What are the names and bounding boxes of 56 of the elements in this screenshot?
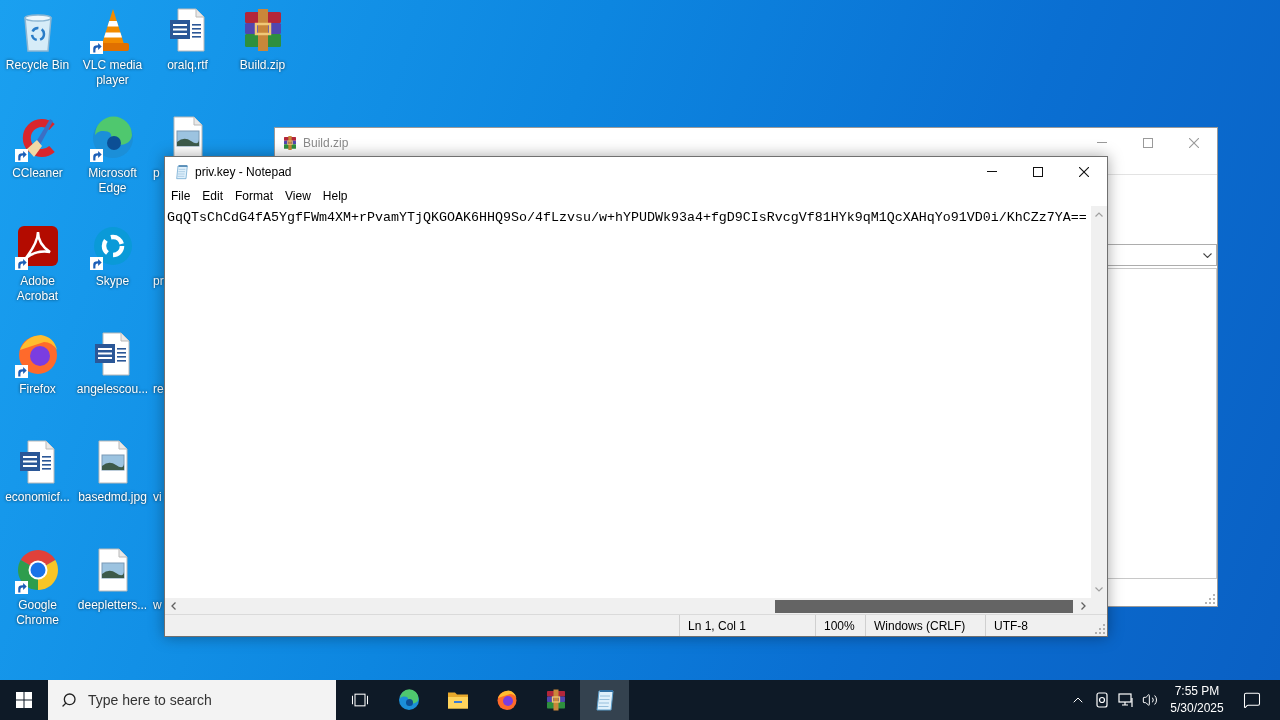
horizontal-scrollbar[interactable]	[165, 598, 1091, 614]
menu-item[interactable]: Format	[229, 186, 280, 206]
desktop-icon-label[interactable]: Microsoft Edge	[75, 166, 150, 196]
volume-icon[interactable]	[1142, 692, 1158, 708]
desktop-icon-label[interactable]: Recycle Bin	[0, 58, 75, 73]
windows-logo-icon	[16, 692, 32, 708]
window-title: priv.key - Notepad	[195, 163, 292, 181]
desktop-icon-label[interactable]: oralq.rtf	[150, 58, 225, 73]
desktop-icon-label[interactable]: re	[153, 382, 164, 397]
minimize-icon	[987, 171, 997, 172]
taskbar-button[interactable]	[580, 680, 629, 720]
clock-time[interactable]: 7:55 PM	[1174, 683, 1220, 700]
search-icon	[61, 692, 77, 708]
notepad-icon	[174, 163, 190, 180]
desktop-icon-label[interactable]: w	[153, 598, 162, 613]
status-pane: Windows (CRLF)	[865, 615, 985, 636]
desktop-icon-label[interactable]: economicf...	[0, 490, 75, 505]
desktop-icon-label[interactable]: pr	[153, 274, 164, 289]
minimize-icon	[1097, 142, 1107, 143]
status-pane: Ln 1, Col 1	[679, 615, 815, 636]
scrollbar-thumb[interactable]	[775, 599, 1073, 613]
scroll-left-icon[interactable]	[170, 602, 176, 610]
desktop-icon-label[interactable]: angelescou...	[75, 382, 150, 397]
desktop-icon-label[interactable]: p	[153, 166, 160, 181]
menu-item[interactable]: Edit	[196, 186, 230, 206]
resize-grip-icon[interactable]	[1095, 624, 1105, 634]
menu-item[interactable]: Help	[316, 186, 354, 206]
text-editor[interactable]: GqQTsChCdG4fA5YgfFWm4XM+rPvamYTjQKGOAK6HHQ9So/4fLzvsu/w+hYPUDWk93a4+fgD9CIsRvcgVf81HYk9qM1QcXAHqYo91VD0i/KhCZz7YA==	[165, 206, 1091, 598]
status-pane: 100%	[815, 615, 865, 636]
desktop-icon-label[interactable]: Google Chrome	[0, 598, 75, 628]
desktop-icon-label[interactable]: CCleaner	[0, 166, 75, 181]
maximize-icon	[1033, 166, 1043, 177]
desktop-icon-label[interactable]: Firefox	[0, 382, 75, 397]
chevron-down-icon	[1203, 252, 1212, 258]
desktop-icon-label[interactable]: basedmd.jpg	[75, 490, 150, 505]
menu-item[interactable]: View	[279, 186, 317, 206]
menu-item[interactable]: File	[165, 186, 197, 206]
browser-swirl-icon	[396, 688, 421, 712]
desktop-icon-label[interactable]: Skype	[75, 274, 150, 289]
window-title: Build.zip	[303, 134, 349, 152]
clock-date[interactable]: 5/30/2025	[1170, 700, 1224, 717]
maximize-icon	[1143, 137, 1153, 148]
desktop-icon-label[interactable]: VLC media player	[75, 58, 150, 88]
desktop-icon-label[interactable]: deepletters...	[75, 598, 150, 613]
device-icon[interactable]	[1094, 692, 1110, 708]
search-field[interactable]: Type here to search	[48, 680, 336, 720]
desktop-icon-label[interactable]: Build.zip	[225, 58, 300, 73]
book-stack-icon	[282, 134, 298, 151]
desktop-icon-label[interactable]: Adobe Acrobat	[0, 274, 75, 304]
desktop-icon-label[interactable]: vi	[153, 490, 162, 505]
notification-icon[interactable]	[1243, 691, 1261, 709]
resize-grip-icon[interactable]	[1205, 594, 1215, 604]
monitor-icon[interactable]	[1118, 692, 1134, 708]
close-icon	[1079, 166, 1089, 177]
close-icon	[1189, 137, 1199, 148]
scroll-right-icon[interactable]	[1080, 602, 1086, 610]
